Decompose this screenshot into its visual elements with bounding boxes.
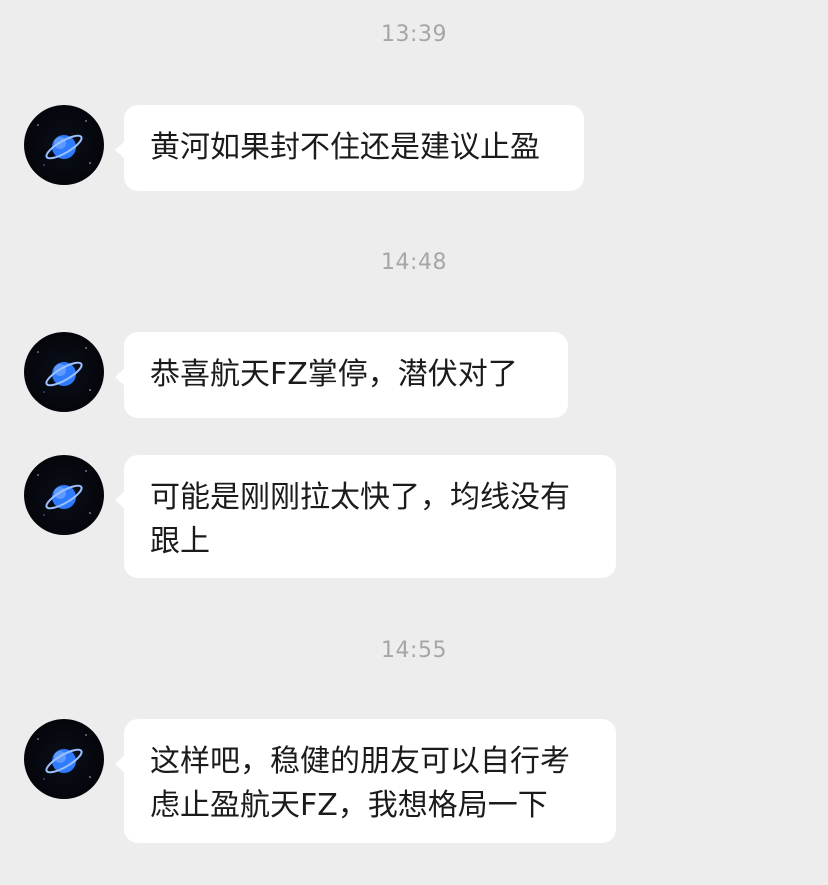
message-text: 这样吧，稳健的朋友可以自行考虑止盈航天FZ，我想格局一下 [150, 744, 570, 823]
message-text: 恭喜航天FZ掌停，潜伏对了 [150, 357, 518, 392]
message-bubble[interactable]: 恭喜航天FZ掌停，潜伏对了 [115, 332, 568, 418]
planet-avatar-icon [37, 734, 91, 780]
sender-avatar[interactable] [24, 455, 104, 535]
timestamp: 13:39 [381, 22, 447, 47]
planet-avatar-icon [37, 347, 91, 393]
sender-avatar[interactable] [24, 332, 104, 412]
planet-avatar-icon [37, 120, 91, 166]
message-bubble[interactable]: 可能是刚刚拉太快了，均线没有跟上 [115, 455, 616, 578]
message-bubble[interactable]: 这样吧，稳健的朋友可以自行考虑止盈航天FZ，我想格局一下 [115, 719, 616, 843]
sender-avatar[interactable] [24, 105, 104, 185]
sender-avatar[interactable] [24, 719, 104, 799]
timestamp: 14:48 [381, 250, 447, 275]
timestamp: 14:55 [381, 638, 447, 663]
planet-avatar-icon [37, 470, 91, 516]
message-bubble[interactable]: 黄河如果封不住还是建议止盈 [115, 105, 584, 191]
message-text: 可能是刚刚拉太快了，均线没有跟上 [150, 480, 570, 559]
message-text: 黄河如果封不住还是建议止盈 [150, 130, 540, 165]
